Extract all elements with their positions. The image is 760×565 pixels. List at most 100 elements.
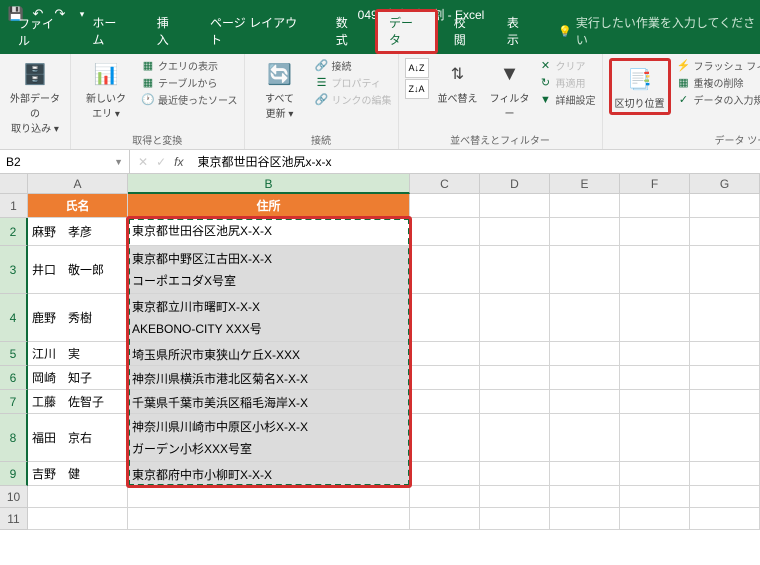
cell-C7[interactable] xyxy=(410,390,480,414)
cell-B1[interactable]: 住所 xyxy=(128,194,410,218)
cell-F5[interactable] xyxy=(620,342,690,366)
cell-C2[interactable] xyxy=(410,218,480,246)
cell-D3[interactable] xyxy=(480,246,550,294)
cell-C8[interactable] xyxy=(410,414,480,462)
enter-formula-icon[interactable]: ✓ xyxy=(156,155,166,169)
cell-B6[interactable]: 神奈川県横浜市港北区菊名X-X-X xyxy=(128,366,410,390)
cell-G6[interactable] xyxy=(690,366,760,390)
cell-G8[interactable] xyxy=(690,414,760,462)
cell-D5[interactable] xyxy=(480,342,550,366)
cell-B2[interactable]: 東京都世田谷区池尻X-X-X xyxy=(128,218,410,246)
name-box[interactable]: B2 ▼ xyxy=(0,150,130,173)
cell-E11[interactable] xyxy=(550,508,620,530)
cancel-formula-icon[interactable]: ✕ xyxy=(138,155,148,169)
cell-F2[interactable] xyxy=(620,218,690,246)
row-header-3[interactable]: 3 xyxy=(0,246,28,294)
cell-B11[interactable] xyxy=(128,508,410,530)
cell-G10[interactable] xyxy=(690,486,760,508)
cell-A4[interactable]: 鹿野 秀樹 xyxy=(28,294,128,342)
cell-A8[interactable]: 福田 京右 xyxy=(28,414,128,462)
cell-D9[interactable] xyxy=(480,462,550,486)
name-box-dropdown-icon[interactable]: ▼ xyxy=(114,157,123,167)
cell-G7[interactable] xyxy=(690,390,760,414)
cell-E9[interactable] xyxy=(550,462,620,486)
from-table-button[interactable]: ▦テーブルから xyxy=(141,75,238,90)
cell-C11[interactable] xyxy=(410,508,480,530)
cell-E1[interactable] xyxy=(550,194,620,218)
cell-F4[interactable] xyxy=(620,294,690,342)
cell-B3[interactable]: 東京都中野区江古田X-X-X コーポエコダX号室 xyxy=(128,246,410,294)
cell-A11[interactable] xyxy=(28,508,128,530)
cell-A1[interactable]: 氏名 xyxy=(28,194,128,218)
cell-G2[interactable] xyxy=(690,218,760,246)
cell-G11[interactable] xyxy=(690,508,760,530)
row-header-9[interactable]: 9 xyxy=(0,462,28,486)
cell-G4[interactable] xyxy=(690,294,760,342)
cell-E10[interactable] xyxy=(550,486,620,508)
fx-icon[interactable]: fx xyxy=(174,155,183,169)
cell-B9[interactable]: 東京都府中市小柳町X-X-X xyxy=(128,462,410,486)
row-header-8[interactable]: 8 xyxy=(0,414,28,462)
new-query-button[interactable]: 📊 新しいク エリ ▾ xyxy=(77,58,135,120)
recent-sources-button[interactable]: 🕐最近使ったソース xyxy=(141,92,238,107)
cell-E7[interactable] xyxy=(550,390,620,414)
cell-F1[interactable] xyxy=(620,194,690,218)
cell-A10[interactable] xyxy=(28,486,128,508)
refresh-all-button[interactable]: 🔄 すべて 更新 ▾ xyxy=(251,58,309,120)
sort-asc-button[interactable]: A↓Z xyxy=(405,58,429,78)
text-to-columns-button[interactable]: 📑 区切り位置 xyxy=(614,63,666,110)
sort-button[interactable]: ⇅ 並べ替え xyxy=(435,58,481,105)
row-header-7[interactable]: 7 xyxy=(0,390,28,414)
edit-links-button[interactable]: 🔗リンクの編集 xyxy=(315,92,392,107)
cell-D2[interactable] xyxy=(480,218,550,246)
cell-D11[interactable] xyxy=(480,508,550,530)
cell-C5[interactable] xyxy=(410,342,480,366)
cell-D1[interactable] xyxy=(480,194,550,218)
tab-formulas[interactable]: 数式 xyxy=(322,9,373,54)
remove-duplicates-button[interactable]: ▦重複の削除 xyxy=(677,75,760,90)
connections-button[interactable]: 🔗接続 xyxy=(315,58,392,73)
cell-A9[interactable]: 吉野 健 xyxy=(28,462,128,486)
cell-G5[interactable] xyxy=(690,342,760,366)
cell-A7[interactable]: 工藤 佐智子 xyxy=(28,390,128,414)
sort-desc-button[interactable]: Z↓A xyxy=(405,79,429,99)
tab-review[interactable]: 校閲 xyxy=(440,9,491,54)
row-header-1[interactable]: 1 xyxy=(0,194,28,218)
flash-fill-button[interactable]: ⚡フラッシュ フィル xyxy=(677,58,760,73)
filter-button[interactable]: ▼ フィルター xyxy=(487,58,533,120)
col-header-C[interactable]: C xyxy=(410,174,480,194)
cell-G9[interactable] xyxy=(690,462,760,486)
cell-D6[interactable] xyxy=(480,366,550,390)
cell-E2[interactable] xyxy=(550,218,620,246)
cell-F11[interactable] xyxy=(620,508,690,530)
row-header-2[interactable]: 2 xyxy=(0,218,28,246)
cell-D8[interactable] xyxy=(480,414,550,462)
cell-C4[interactable] xyxy=(410,294,480,342)
tell-me-search[interactable]: 実行したい作業を入力してください xyxy=(558,14,760,54)
worksheet[interactable]: ABCDEFG 1234567891011 氏名住所麻野 孝彦東京都世田谷区池尻… xyxy=(0,174,760,565)
cell-C10[interactable] xyxy=(410,486,480,508)
cell-F8[interactable] xyxy=(620,414,690,462)
col-header-G[interactable]: G xyxy=(690,174,760,194)
cell-F10[interactable] xyxy=(620,486,690,508)
cell-C3[interactable] xyxy=(410,246,480,294)
cell-C1[interactable] xyxy=(410,194,480,218)
cell-D7[interactable] xyxy=(480,390,550,414)
row-header-6[interactable]: 6 xyxy=(0,366,28,390)
row-header-4[interactable]: 4 xyxy=(0,294,28,342)
tab-view[interactable]: 表示 xyxy=(493,9,544,54)
cell-B4[interactable]: 東京都立川市曙町X-X-X AKEBONO-CITY XXX号 xyxy=(128,294,410,342)
col-header-B[interactable]: B xyxy=(128,174,410,194)
cell-B10[interactable] xyxy=(128,486,410,508)
properties-button[interactable]: ☰プロパティ xyxy=(315,75,392,90)
cell-A2[interactable]: 麻野 孝彦 xyxy=(28,218,128,246)
tab-file[interactable]: ファイル xyxy=(6,10,76,54)
cell-E8[interactable] xyxy=(550,414,620,462)
tab-insert[interactable]: 挿入 xyxy=(143,9,194,54)
select-all-corner[interactable] xyxy=(0,174,28,194)
tab-home[interactable]: ホーム xyxy=(78,9,140,54)
show-queries-button[interactable]: ▦クエリの表示 xyxy=(141,58,238,73)
cell-G1[interactable] xyxy=(690,194,760,218)
row-header-5[interactable]: 5 xyxy=(0,342,28,366)
cell-E5[interactable] xyxy=(550,342,620,366)
